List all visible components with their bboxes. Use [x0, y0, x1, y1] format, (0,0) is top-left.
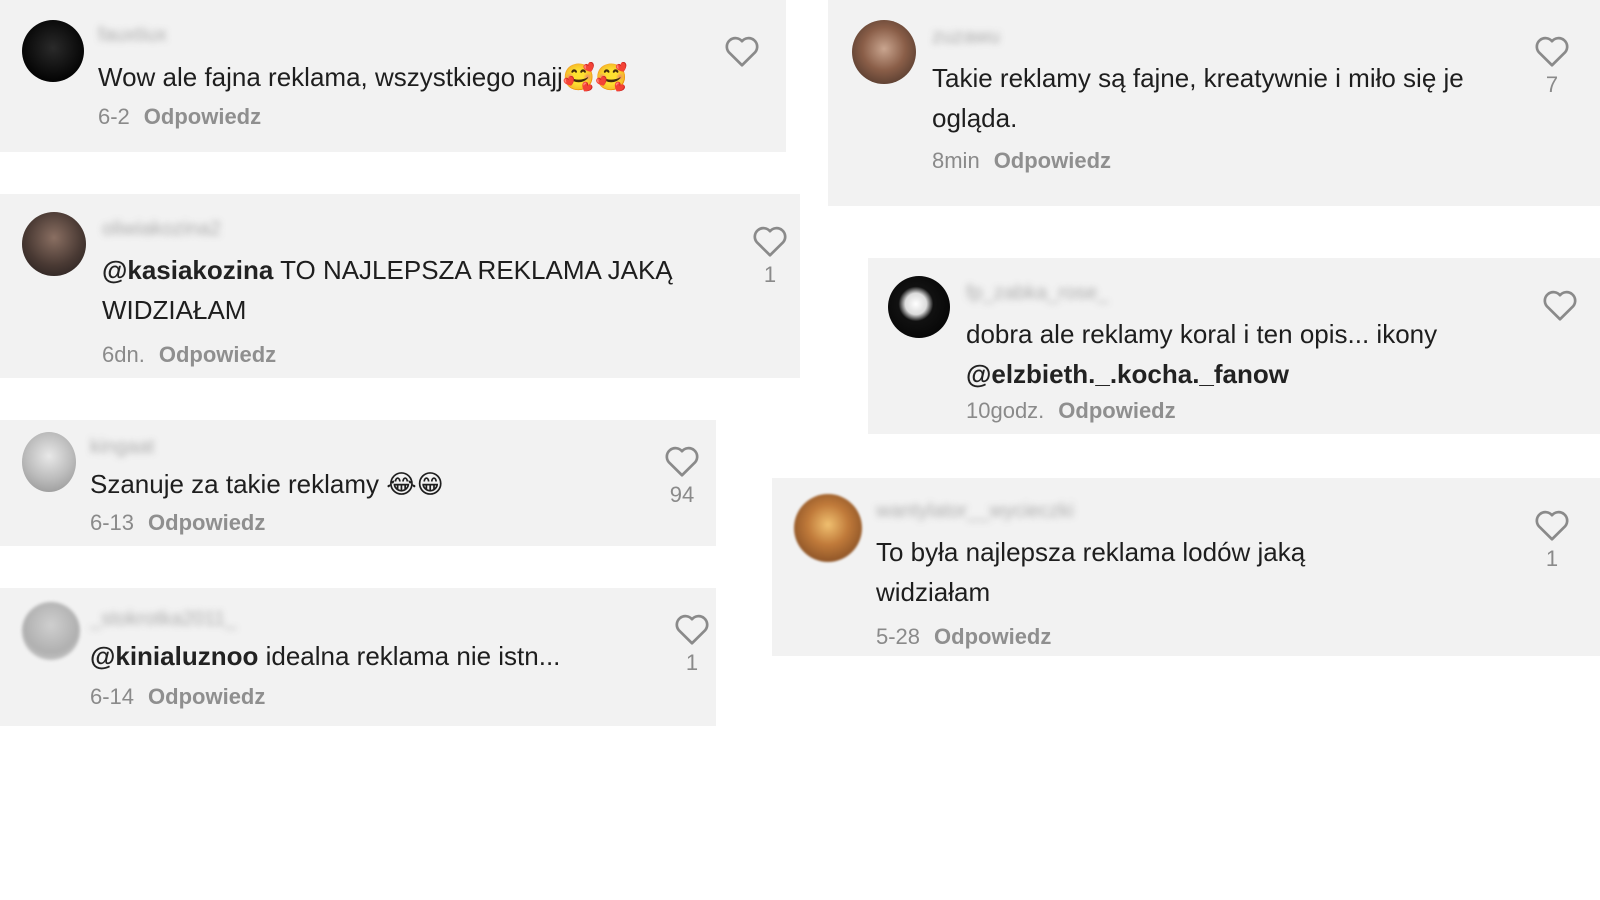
avatar[interactable]: [888, 276, 950, 338]
heart-outline-icon: [753, 226, 787, 257]
comment-text: Takie reklamy są fajne, kreatywnie i mił…: [932, 58, 1492, 138]
comment-card: _stokrotka2011_ @kinialuznoo idealna rek…: [0, 588, 716, 726]
heart-outline-icon: [1535, 36, 1569, 67]
comment-body: To była najlepsza reklama lodów jaką wid…: [876, 537, 1306, 607]
comment-username[interactable]: wantylator__wycieczki: [876, 500, 1074, 523]
like-button[interactable]: 94: [662, 444, 702, 508]
comment-card: oliwiakozina2 @kasiakozina TO NAJLEPSZA …: [0, 194, 800, 378]
avatar[interactable]: [22, 602, 80, 660]
comment-username[interactable]: oliwiakozina2: [102, 218, 221, 241]
comment-username[interactable]: _stokrotka2011_: [90, 608, 236, 631]
reply-button[interactable]: Odpowiedz: [144, 104, 261, 129]
like-button[interactable]: 1: [750, 224, 790, 288]
like-button[interactable]: 1: [1532, 508, 1572, 572]
comment-text: dobra ale reklamy koral i ten opis... ik…: [966, 314, 1526, 394]
comment-emoji: 🥰🥰: [562, 63, 628, 93]
comment-time: 6-13: [90, 510, 135, 535]
comment-body: dobra ale reklamy koral i ten opis... ik…: [966, 319, 1438, 349]
comment-time: 6-14: [90, 684, 135, 709]
like-count: 1: [685, 650, 699, 675]
reply-button[interactable]: Odpowiedz: [159, 342, 276, 367]
comment-meta: 6dn. Odpowiedz: [102, 342, 276, 368]
like-count: 1: [763, 262, 777, 287]
comment-meta: 5-28 Odpowiedz: [876, 624, 1051, 650]
comment-text: @kasiakozina TO NAJLEPSZA REKLAMA JAKĄ W…: [102, 250, 722, 330]
comment-card: fauxtiux Wow ale fajna reklama, wszystki…: [0, 0, 786, 152]
reply-button[interactable]: Odpowiedz: [148, 684, 265, 709]
comment-time: 6dn.: [102, 342, 145, 367]
reply-button[interactable]: Odpowiedz: [994, 148, 1111, 173]
heart-outline-icon: [665, 446, 699, 477]
comment-body: Szanuje za takie reklamy: [90, 469, 387, 499]
comment-text: @kinialuznoo idealna reklama nie istn...: [90, 636, 650, 676]
comment-mention[interactable]: @kinialuznoo: [90, 641, 258, 671]
comment-username[interactable]: kingaat: [90, 436, 155, 459]
comment-time: 6-2: [98, 104, 130, 129]
heart-outline-icon: [1543, 290, 1577, 321]
comment-mention[interactable]: @elzbieth._.kocha._fanow: [966, 359, 1289, 389]
comment-meta: 6-2 Odpowiedz: [98, 104, 261, 130]
avatar[interactable]: [852, 20, 916, 84]
comment-card: wantylator__wycieczki To była najlepsza …: [772, 478, 1600, 656]
like-button[interactable]: 1: [672, 612, 712, 676]
like-button[interactable]: 7: [1532, 34, 1572, 98]
avatar[interactable]: [22, 432, 76, 492]
like-count: 7: [1545, 72, 1559, 97]
comment-card: kingaat Szanuje za takie reklamy 😂😁 6-13…: [0, 420, 716, 546]
like-button[interactable]: [1540, 288, 1580, 326]
comment-text: Szanuje za takie reklamy 😂😁: [90, 464, 630, 505]
reply-button[interactable]: Odpowiedz: [148, 510, 265, 535]
comment-meta: 10godz. Odpowiedz: [966, 398, 1176, 424]
like-count: 1: [1545, 546, 1559, 571]
like-count: 94: [669, 482, 695, 507]
comment-username[interactable]: fauxtiux: [98, 24, 167, 47]
comment-meta: 6-14 Odpowiedz: [90, 684, 265, 710]
comment-card: fp_zabka_rose_ dobra ale reklamy koral i…: [868, 258, 1600, 434]
comment-body: Wow ale fajna reklama, wszystkiego najj: [98, 62, 563, 92]
comment-username[interactable]: fp_zabka_rose_: [966, 282, 1108, 305]
comment-meta: 6-13 Odpowiedz: [90, 510, 265, 536]
comment-text: To była najlepsza reklama lodów jaką wid…: [876, 532, 1396, 612]
comment-body: Takie reklamy są fajne, kreatywnie i mił…: [932, 63, 1464, 133]
heart-outline-icon: [725, 36, 759, 67]
comment-time: 8min: [932, 148, 980, 173]
avatar[interactable]: [22, 212, 86, 276]
heart-outline-icon: [1535, 510, 1569, 541]
reply-button[interactable]: Odpowiedz: [1058, 398, 1175, 423]
comment-meta: 8min Odpowiedz: [932, 148, 1111, 174]
like-button[interactable]: [722, 34, 762, 72]
avatar[interactable]: [22, 20, 84, 82]
comment-time: 5-28: [876, 624, 921, 649]
comment-text: Wow ale fajna reklama, wszystkiego najj🥰…: [98, 57, 698, 98]
comment-username[interactable]: zuzawu: [932, 26, 1000, 49]
comment-mention[interactable]: @kasiakozina: [102, 255, 273, 285]
heart-outline-icon: [675, 614, 709, 645]
comment-time: 10godz.: [966, 398, 1045, 423]
avatar[interactable]: [794, 494, 862, 562]
reply-button[interactable]: Odpowiedz: [934, 624, 1051, 649]
comment-emoji: 😂😁: [386, 470, 444, 500]
comment-body: idealna reklama nie istn...: [258, 641, 561, 671]
comment-card: zuzawu Takie reklamy są fajne, kreatywni…: [828, 0, 1600, 206]
